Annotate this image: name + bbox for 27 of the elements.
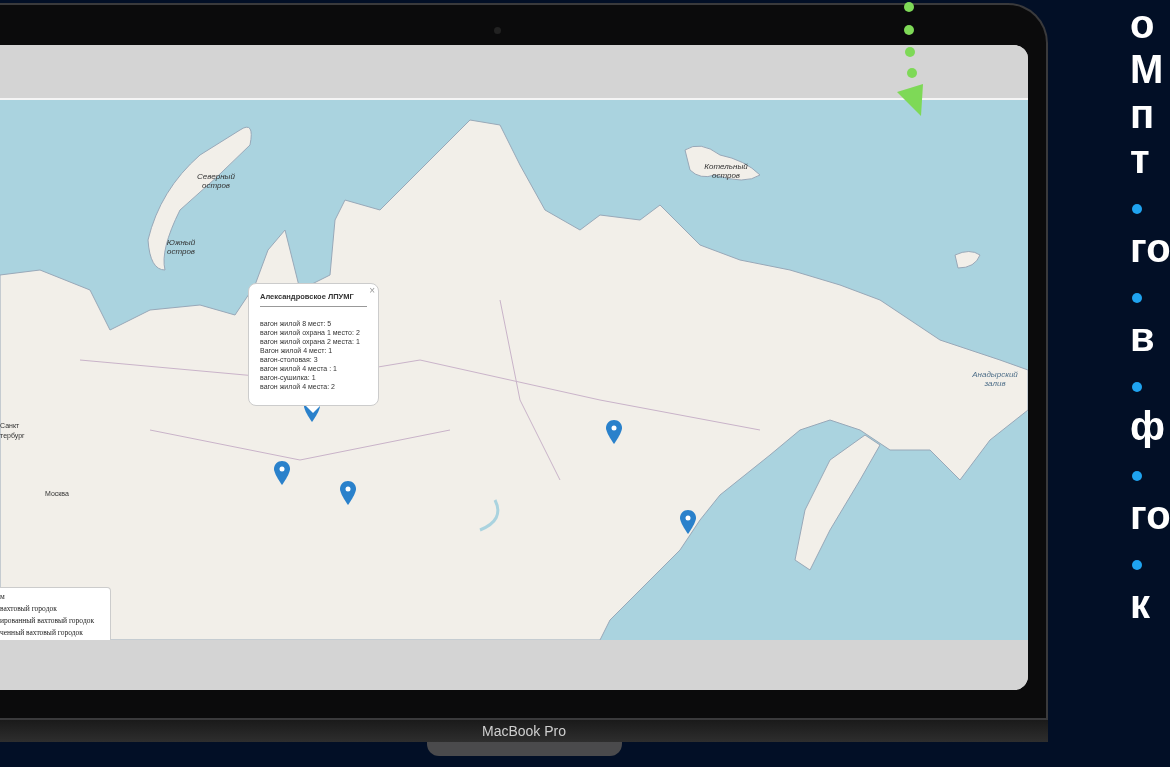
map-label: Котельный остров (703, 162, 749, 180)
heading-text: к (1130, 582, 1152, 627)
bullet-icon (1132, 471, 1142, 481)
heading-text: М (1130, 47, 1165, 92)
map-pin-icon[interactable] (680, 510, 696, 534)
river-line (479, 499, 500, 532)
island-shape (954, 251, 981, 269)
model-name: MacBook Pro (481, 723, 566, 739)
bullet-icon (1132, 204, 1142, 214)
map-pin-icon[interactable] (274, 461, 290, 485)
heading-text: т (1130, 137, 1151, 182)
map-label: Северный остров (196, 172, 236, 190)
heading-text: го (1130, 493, 1170, 538)
heading-text: го (1130, 226, 1170, 271)
map-label: Анадырский залив (971, 370, 1019, 388)
map-label: Южный остров (165, 238, 197, 256)
bullet-icon (1132, 382, 1142, 392)
heading-text: о (1130, 2, 1156, 47)
heading-text: в (1130, 315, 1156, 360)
bullet-icon (1132, 560, 1142, 570)
bullet-icon (1132, 293, 1142, 303)
map-pin-icon[interactable] (340, 481, 356, 505)
camera-icon (494, 27, 501, 34)
heading-text: ф (1130, 404, 1166, 449)
map-pin-icon[interactable] (606, 420, 622, 444)
close-button[interactable]: × (369, 285, 375, 297)
heading-text: п (1130, 92, 1156, 137)
